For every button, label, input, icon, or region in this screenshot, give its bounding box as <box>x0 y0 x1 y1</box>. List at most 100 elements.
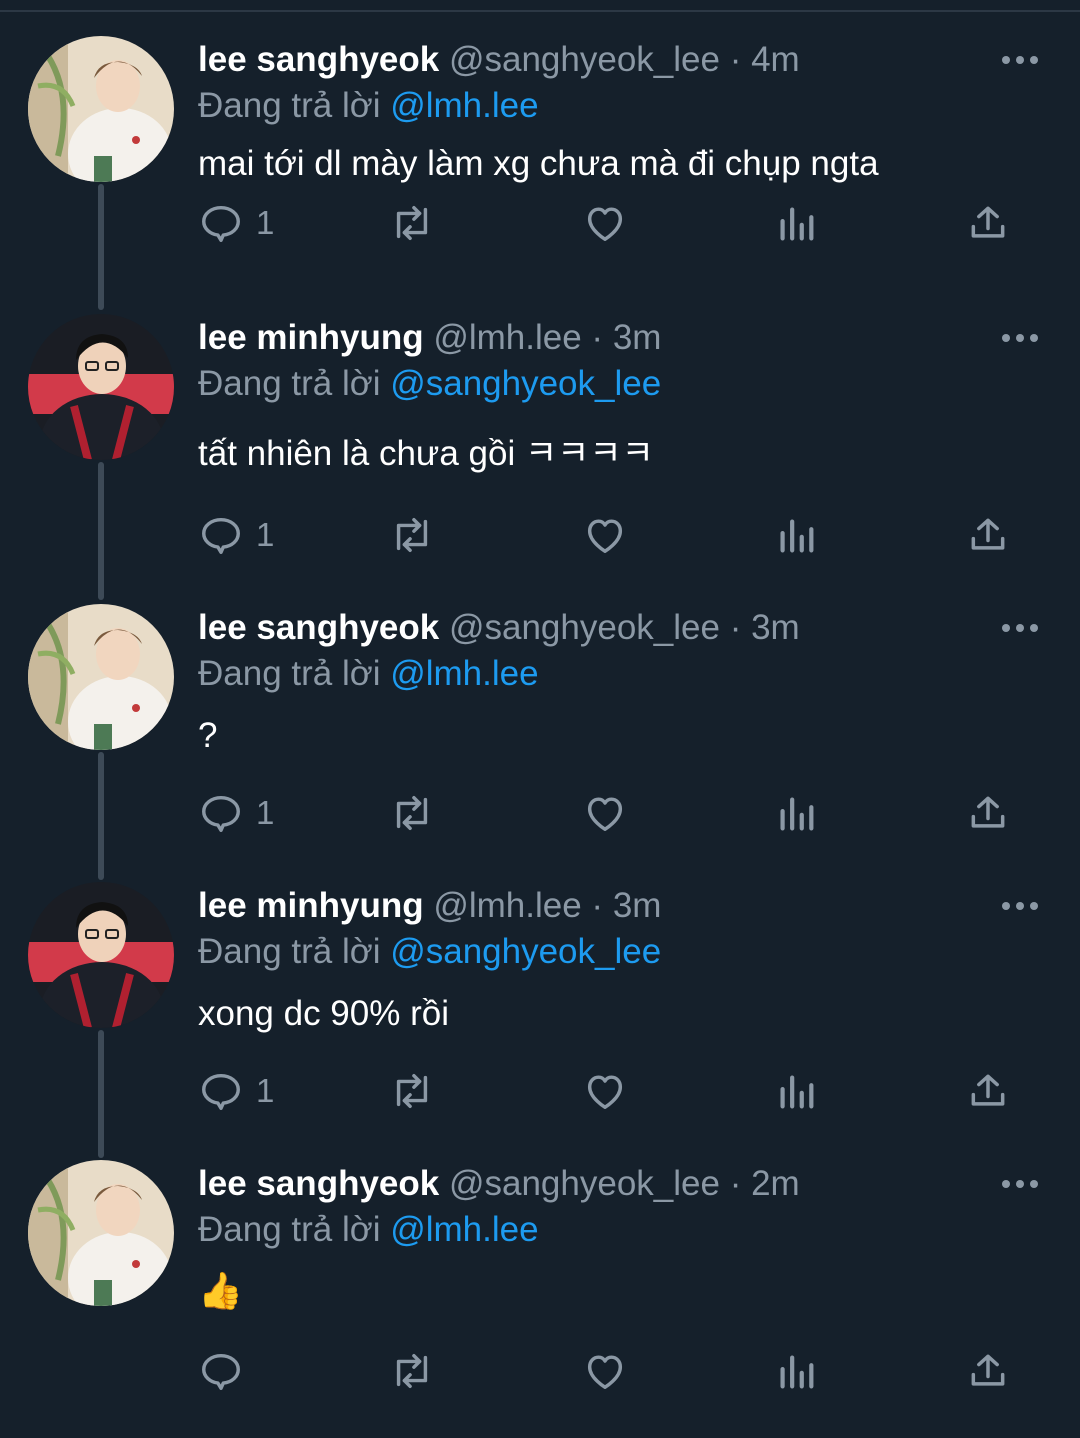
action-bar: 1 <box>198 1066 1058 1116</box>
views-button[interactable] <box>776 788 816 838</box>
retweet-button[interactable] <box>386 788 438 838</box>
reply-icon <box>202 795 240 832</box>
separator: · <box>729 608 742 647</box>
user-handle[interactable]: @sanghyeok_lee <box>449 40 720 79</box>
tweet-header: lee sanghyeok @sanghyeok_lee · 2m <box>198 1162 800 1206</box>
views-button[interactable] <box>776 198 816 248</box>
retweet-icon <box>396 795 428 831</box>
avatar-minhyung[interactable] <box>28 314 174 460</box>
user-handle[interactable]: @sanghyeok_lee <box>449 608 720 647</box>
tweet-header: lee sanghyeok @sanghyeok_lee · 3m <box>198 606 800 650</box>
reply-button[interactable] <box>198 1346 256 1396</box>
reply-button[interactable]: 1 <box>198 788 274 838</box>
heart-icon <box>587 519 623 554</box>
share-button[interactable] <box>966 788 1010 838</box>
reply-target-link[interactable]: @sanghyeok_lee <box>390 932 661 971</box>
retweet-button[interactable] <box>386 510 438 560</box>
reply-icon <box>202 1353 240 1390</box>
retweet-button[interactable] <box>386 198 438 248</box>
tweet-text: xong dc 90% rồi <box>198 994 449 1033</box>
reply-button[interactable]: 1 <box>198 198 274 248</box>
tweet[interactable]: lee sanghyeok @sanghyeok_lee · 4m Đang t… <box>0 36 1080 314</box>
heart-icon <box>587 1075 623 1110</box>
reply-count: 1 <box>256 794 275 831</box>
timestamp[interactable]: 3m <box>613 886 662 925</box>
retweet-icon <box>396 1073 428 1109</box>
more-icon[interactable] <box>1002 334 1042 344</box>
reply-target-link[interactable]: @lmh.lee <box>390 1210 538 1249</box>
like-button[interactable] <box>582 1346 628 1396</box>
tweet-text: 👍 <box>198 1271 243 1312</box>
reply-count: 1 <box>256 204 275 241</box>
reply-context: Đang trả lời @lmh.lee <box>198 84 539 128</box>
like-button[interactable] <box>582 198 628 248</box>
reply-context: Đang trả lời @lmh.lee <box>198 652 539 696</box>
analytics-icon <box>780 519 814 553</box>
tweet-header: lee minhyung @lmh.lee · 3m <box>198 884 661 928</box>
reply-count: 1 <box>256 1072 275 1109</box>
share-icon <box>971 518 1005 550</box>
views-button[interactable] <box>776 1346 816 1396</box>
user-handle[interactable]: @lmh.lee <box>433 886 581 925</box>
timestamp[interactable]: 4m <box>751 40 800 79</box>
reply-button[interactable]: 1 <box>198 1066 274 1116</box>
display-name[interactable]: lee sanghyeok <box>198 1164 439 1203</box>
action-bar: 1 <box>198 788 1058 838</box>
retweet-button[interactable] <box>386 1066 438 1116</box>
timestamp[interactable]: 3m <box>613 318 662 357</box>
avatar-sanghyeok[interactable] <box>28 36 174 182</box>
like-button[interactable] <box>582 510 628 560</box>
tweet[interactable]: lee minhyung @lmh.lee · 3m Đang trả lời … <box>0 882 1080 1160</box>
action-bar <box>198 1346 1058 1396</box>
action-bar: 1 <box>198 510 1058 560</box>
more-icon[interactable] <box>1002 56 1042 66</box>
analytics-icon <box>780 1355 814 1389</box>
heart-icon <box>587 207 623 242</box>
timestamp[interactable]: 3m <box>751 608 800 647</box>
share-icon <box>971 1074 1005 1106</box>
analytics-icon <box>780 1075 814 1109</box>
reply-prefix: Đang trả lời <box>198 1210 381 1249</box>
more-icon[interactable] <box>1002 902 1042 912</box>
display-name[interactable]: lee sanghyeok <box>198 40 439 79</box>
reply-target-link[interactable]: @sanghyeok_lee <box>390 364 661 403</box>
tweet[interactable]: lee minhyung @lmh.lee · 3m Đang trả lời … <box>0 314 1080 592</box>
more-icon[interactable] <box>1002 1180 1042 1190</box>
share-button[interactable] <box>966 198 1010 248</box>
user-handle[interactable]: @lmh.lee <box>433 318 581 357</box>
avatar-sanghyeok[interactable] <box>28 1160 174 1306</box>
retweet-button[interactable] <box>386 1346 438 1396</box>
share-button[interactable] <box>966 1066 1010 1116</box>
reply-count: 1 <box>256 516 275 553</box>
reply-context: Đang trả lời @lmh.lee <box>198 1208 539 1252</box>
share-icon <box>971 796 1005 828</box>
reply-context: Đang trả lời @sanghyeok_lee <box>198 930 661 974</box>
like-button[interactable] <box>582 788 628 838</box>
share-icon <box>971 1354 1005 1386</box>
reply-button[interactable]: 1 <box>198 510 274 560</box>
reply-target-link[interactable]: @lmh.lee <box>390 86 538 125</box>
analytics-icon <box>780 207 814 241</box>
user-handle[interactable]: @sanghyeok_lee <box>449 1164 720 1203</box>
views-button[interactable] <box>776 1066 816 1116</box>
tweet[interactable]: lee sanghyeok @sanghyeok_lee · 2m Đang t… <box>0 1160 1080 1438</box>
share-icon <box>971 206 1005 238</box>
share-button[interactable] <box>966 510 1010 560</box>
tweet-text: mai tới dl mày làm xg chưa mà đi chụp ng… <box>198 144 879 183</box>
display-name[interactable]: lee minhyung <box>198 886 424 925</box>
share-button[interactable] <box>966 1346 1010 1396</box>
reply-target-link[interactable]: @lmh.lee <box>390 654 538 693</box>
like-button[interactable] <box>582 1066 628 1116</box>
more-icon[interactable] <box>1002 624 1042 634</box>
display-name[interactable]: lee sanghyeok <box>198 608 439 647</box>
reply-prefix: Đang trả lời <box>198 86 381 125</box>
reply-icon <box>202 205 240 242</box>
display-name[interactable]: lee minhyung <box>198 318 424 357</box>
timestamp[interactable]: 2m <box>751 1164 800 1203</box>
retweet-icon <box>396 517 428 553</box>
heart-icon <box>587 1355 623 1390</box>
avatar-minhyung[interactable] <box>28 882 174 1028</box>
views-button[interactable] <box>776 510 816 560</box>
tweet[interactable]: lee sanghyeok @sanghyeok_lee · 3m Đang t… <box>0 604 1080 882</box>
avatar-sanghyeok[interactable] <box>28 604 174 750</box>
